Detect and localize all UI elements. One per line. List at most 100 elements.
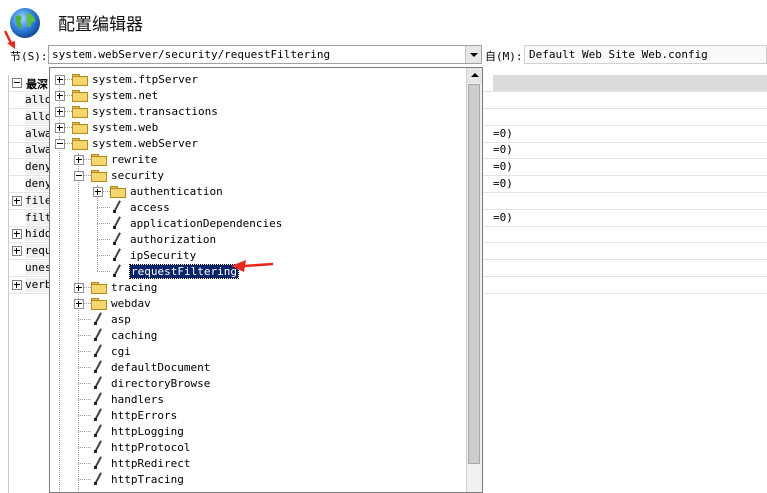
tree-node[interactable]: handlers bbox=[50, 391, 466, 407]
section-combobox[interactable]: system.webServer/security/requestFilteri… bbox=[48, 45, 482, 64]
expand-icon[interactable] bbox=[55, 91, 65, 101]
tree-node[interactable]: httpTracing bbox=[50, 471, 466, 487]
tree-node[interactable]: defaultDocument bbox=[50, 359, 466, 375]
tree-node[interactable]: httpRedirect bbox=[50, 455, 466, 471]
expand-icon[interactable] bbox=[55, 75, 65, 85]
tree-node[interactable]: httpProtocol bbox=[50, 439, 466, 455]
tree-node-label: httpTracing bbox=[111, 473, 184, 486]
tree-node[interactable]: directoryBrowse bbox=[50, 375, 466, 391]
folder-icon bbox=[110, 186, 126, 198]
from-field[interactable]: Default Web Site Web.config bbox=[524, 45, 767, 64]
grid-group-title: 最深 bbox=[26, 78, 48, 91]
section-label: 节(S): bbox=[10, 50, 48, 63]
tree-node-label: asp bbox=[111, 313, 131, 326]
expand-icon[interactable] bbox=[12, 246, 22, 257]
expand-icon[interactable] bbox=[74, 283, 84, 293]
config-item-icon bbox=[110, 200, 124, 214]
config-item-icon bbox=[91, 392, 105, 406]
tree-node-label: system.transactions bbox=[92, 105, 218, 118]
tree-node[interactable]: access bbox=[50, 199, 466, 215]
grid-row-value: =0) bbox=[493, 210, 513, 224]
tree-node[interactable]: system.webServer bbox=[50, 135, 466, 151]
vertical-scrollbar[interactable] bbox=[466, 68, 482, 492]
tree-node[interactable]: tracing bbox=[50, 279, 466, 295]
tree-node[interactable]: authorization bbox=[50, 231, 466, 247]
grid-row-value: =0) bbox=[493, 126, 513, 140]
folder-icon bbox=[72, 138, 88, 150]
expand-icon[interactable] bbox=[12, 279, 22, 290]
config-item-icon bbox=[91, 344, 105, 358]
expand-icon[interactable] bbox=[55, 107, 65, 117]
grid-row-name: requ bbox=[25, 244, 49, 259]
collapse-icon[interactable] bbox=[55, 139, 65, 149]
tree-node-label: httpProtocol bbox=[111, 441, 191, 454]
expand-icon[interactable] bbox=[55, 123, 65, 133]
grid-row-name: alwa bbox=[25, 143, 49, 158]
tree-node-label: authentication bbox=[130, 185, 223, 198]
tree-node[interactable]: rewrite bbox=[50, 151, 466, 167]
grid-row-value: =0) bbox=[493, 143, 513, 157]
tree-node-label: security bbox=[111, 169, 164, 182]
folder-icon bbox=[72, 90, 88, 102]
from-value: Default Web Site Web.config bbox=[529, 48, 708, 61]
config-item-icon bbox=[91, 312, 105, 326]
tree-node-label: webdav bbox=[111, 297, 151, 310]
grid-row-name: deny bbox=[25, 177, 49, 191]
tree-node[interactable]: system.transactions bbox=[50, 103, 466, 119]
scroll-up-icon[interactable] bbox=[467, 68, 482, 83]
folder-icon bbox=[91, 170, 107, 182]
tree-node[interactable]: system.web bbox=[50, 119, 466, 135]
tree-node[interactable]: webdav bbox=[50, 295, 466, 311]
tree-node[interactable]: httpLogging bbox=[50, 423, 466, 439]
tree-node[interactable]: asp bbox=[50, 311, 466, 327]
grid-row-name: file bbox=[25, 193, 49, 208]
folder-icon bbox=[72, 74, 88, 86]
grid-row-value: =0) bbox=[493, 160, 513, 174]
grid-row-name: allo bbox=[25, 93, 49, 107]
grid-row-name: hidd bbox=[25, 227, 49, 242]
page-title: 配置编辑器 bbox=[58, 15, 143, 35]
expand-icon[interactable] bbox=[12, 229, 22, 240]
tree-node-label: applicationDependencies bbox=[130, 217, 283, 230]
expand-icon[interactable] bbox=[74, 155, 84, 165]
tree-node[interactable]: applicationDependencies bbox=[50, 215, 466, 231]
dropdown-arrow-icon[interactable] bbox=[465, 46, 481, 63]
folder-icon bbox=[91, 298, 107, 310]
tree-node[interactable]: security bbox=[50, 167, 466, 183]
config-item-icon bbox=[110, 216, 124, 230]
tree-node-label: rewrite bbox=[111, 153, 158, 166]
expand-icon[interactable] bbox=[12, 195, 22, 206]
section-dropdown-tree[interactable]: system.ftpServer system.net system.transac… bbox=[49, 67, 483, 493]
tree-node[interactable]: authentication bbox=[50, 183, 466, 199]
from-label: 自(M): bbox=[485, 50, 523, 63]
tree-node-label: ipSecurity bbox=[130, 249, 197, 262]
tree-node-label: caching bbox=[111, 329, 158, 342]
tree-node[interactable]: caching bbox=[50, 327, 466, 343]
grid-row-name: allo bbox=[25, 109, 49, 124]
tree-node-label: system.ftpServer bbox=[92, 73, 198, 86]
tree-node-label: httpErrors bbox=[111, 409, 178, 422]
collapse-icon[interactable] bbox=[74, 171, 84, 181]
tree-node-label: tracing bbox=[111, 281, 158, 294]
annotation-arrow-icon bbox=[231, 260, 274, 272]
expand-icon[interactable] bbox=[74, 299, 84, 309]
tree-node[interactable]: cgi bbox=[50, 343, 466, 359]
expand-icon[interactable] bbox=[93, 187, 103, 197]
grid-row-name: verb bbox=[25, 277, 49, 292]
tree-node[interactable]: system.ftpServer bbox=[50, 71, 466, 87]
grid-row-name: filt bbox=[25, 210, 49, 225]
tree-node-label: cgi bbox=[111, 345, 131, 358]
tree-node[interactable]: httpErrors bbox=[50, 407, 466, 423]
grid-row-name: deny bbox=[25, 160, 49, 175]
tree-node-label: system.webServer bbox=[92, 137, 198, 150]
config-item-icon bbox=[91, 456, 105, 470]
folder-icon bbox=[91, 154, 107, 166]
grid-row-name: unes bbox=[25, 261, 49, 275]
tree-node[interactable]: system.net bbox=[50, 87, 466, 103]
collapse-icon[interactable] bbox=[12, 78, 22, 88]
config-item-icon bbox=[110, 248, 124, 262]
tree-node-label: access bbox=[130, 201, 170, 214]
config-item-icon bbox=[91, 408, 105, 422]
config-item-icon bbox=[91, 440, 105, 454]
scroll-thumb[interactable] bbox=[468, 84, 480, 464]
